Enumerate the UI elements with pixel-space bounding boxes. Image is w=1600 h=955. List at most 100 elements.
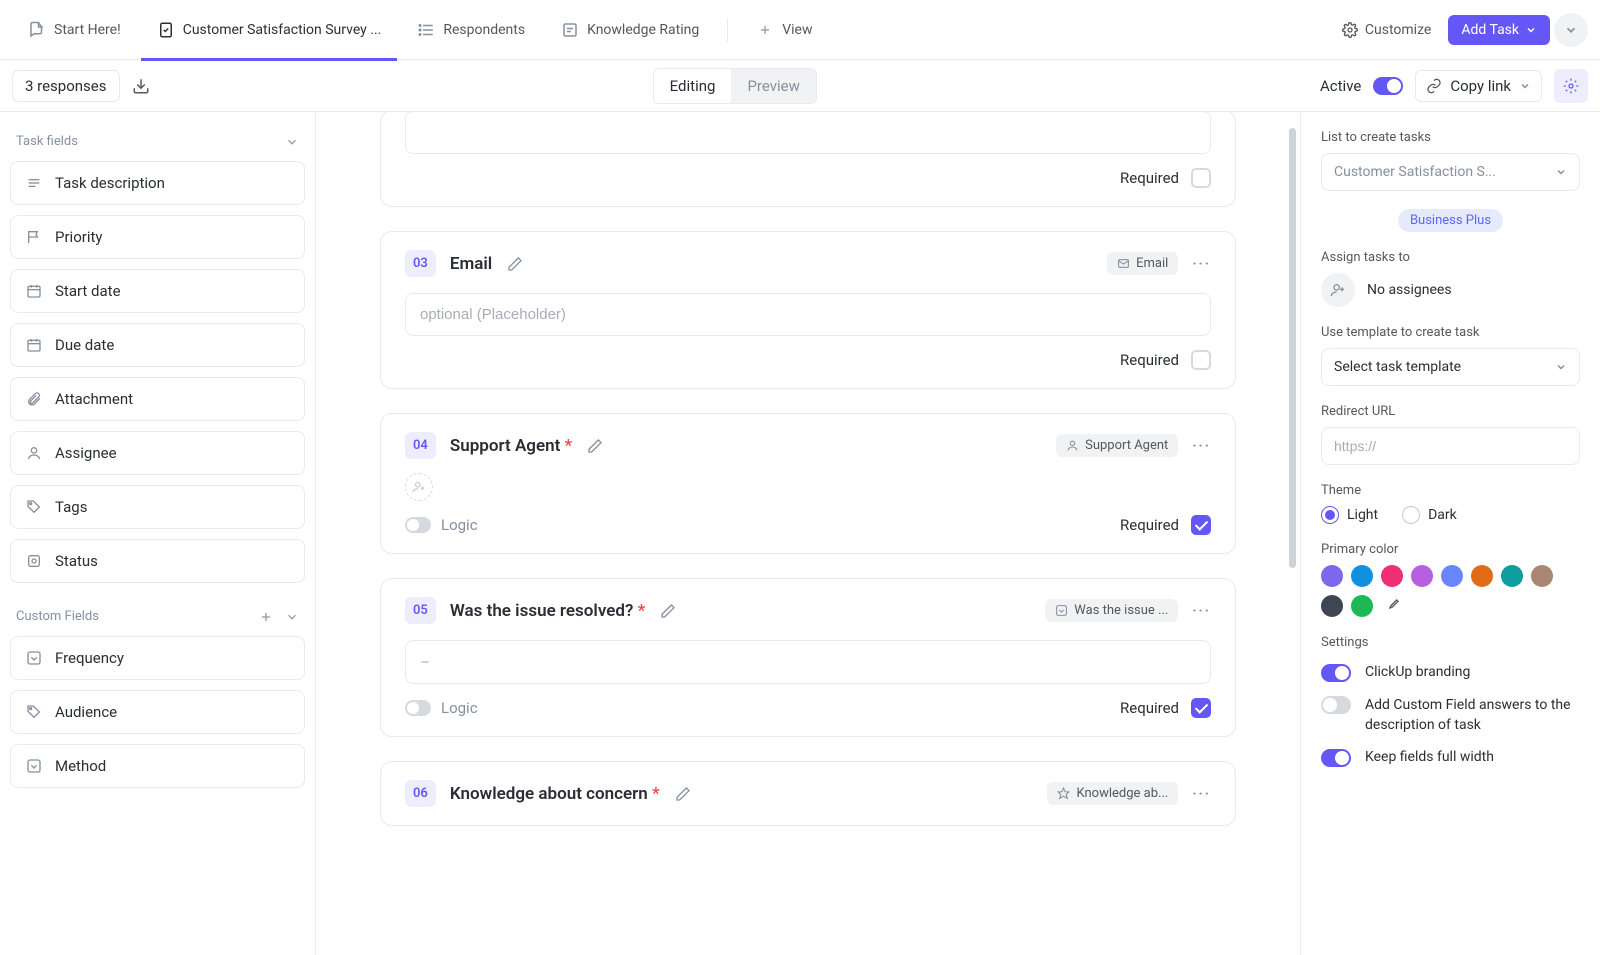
form-settings-button[interactable] xyxy=(1554,69,1588,103)
question-number: 06 xyxy=(405,780,436,807)
question-more-menu[interactable]: ··· xyxy=(1192,603,1211,619)
customize-button[interactable]: Customize xyxy=(1328,14,1444,46)
field-task-description[interactable]: Task description xyxy=(10,161,305,205)
question-title: Knowledge about concern * xyxy=(450,784,660,804)
required-checkbox[interactable] xyxy=(1191,350,1211,370)
color-swatch[interactable] xyxy=(1471,565,1493,587)
required-checkbox[interactable] xyxy=(1191,515,1211,535)
tab-knowledge-rating[interactable]: Knowledge Rating xyxy=(545,0,715,60)
field-status[interactable]: Status xyxy=(10,539,305,583)
setting-label: Settings xyxy=(1321,635,1580,650)
theme-light-radio[interactable]: Light xyxy=(1321,506,1378,524)
placeholder-input[interactable] xyxy=(405,293,1211,336)
color-picker-icon[interactable] xyxy=(1381,595,1403,617)
gear-icon xyxy=(1563,78,1579,94)
logic-toggle[interactable] xyxy=(405,700,431,716)
list-select[interactable]: Customer Satisfaction S... xyxy=(1321,153,1580,191)
chevron-down-icon[interactable] xyxy=(285,135,299,149)
add-assignee-button[interactable] xyxy=(1321,273,1355,307)
question-more-menu[interactable]: ··· xyxy=(1192,438,1211,454)
scrollbar[interactable] xyxy=(1289,128,1296,568)
field-tags[interactable]: Tags xyxy=(10,485,305,529)
plus-icon[interactable] xyxy=(259,610,273,624)
question-card-email[interactable]: 03 Email Email ··· Required xyxy=(380,231,1236,389)
setting-text: Add Custom Field answers to the descript… xyxy=(1365,696,1580,735)
download-icon[interactable] xyxy=(132,77,150,95)
star-icon xyxy=(1057,787,1070,800)
template-select[interactable]: Select task template xyxy=(1321,348,1580,386)
question-card-partial[interactable]: Required xyxy=(380,112,1236,207)
tab-respondents[interactable]: Respondents xyxy=(401,0,541,60)
color-swatch[interactable] xyxy=(1321,565,1343,587)
responses-count[interactable]: 3 responses xyxy=(12,70,120,102)
pin-doc-icon xyxy=(28,21,46,39)
question-card-issue-resolved[interactable]: 05 Was the issue resolved? * Was the iss… xyxy=(380,578,1236,737)
pencil-icon[interactable] xyxy=(586,437,604,455)
chevron-down-icon xyxy=(1519,80,1531,92)
form-builder-canvas: Required 03 Email Email ··· Required xyxy=(316,112,1300,955)
field-start-date[interactable]: Start date xyxy=(10,269,305,313)
field-attachment[interactable]: Attachment xyxy=(10,377,305,421)
tab-label: View xyxy=(782,22,812,38)
color-swatch[interactable] xyxy=(1351,595,1373,617)
pencil-icon[interactable] xyxy=(659,602,677,620)
add-task-button[interactable]: Add Task xyxy=(1448,15,1550,45)
tab-label: Start Here! xyxy=(54,22,121,38)
pencil-icon[interactable] xyxy=(674,785,692,803)
field-due-date[interactable]: Due date xyxy=(10,323,305,367)
color-swatch[interactable] xyxy=(1441,565,1463,587)
editing-tab[interactable]: Editing xyxy=(654,69,732,103)
logic-toggle[interactable] xyxy=(405,517,431,533)
chevron-down-icon[interactable] xyxy=(285,610,299,624)
branding-toggle[interactable] xyxy=(1321,664,1351,682)
field-label: Start date xyxy=(55,282,121,300)
redirect-url-input[interactable] xyxy=(1321,427,1580,465)
color-swatch[interactable] xyxy=(1381,565,1403,587)
question-number: 05 xyxy=(405,597,436,624)
required-label: Required xyxy=(1120,169,1179,187)
active-toggle[interactable] xyxy=(1373,77,1403,95)
setting-text: ClickUp branding xyxy=(1365,664,1470,680)
theme-dark-radio[interactable]: Dark xyxy=(1402,506,1457,524)
add-view-button[interactable]: View xyxy=(740,0,828,60)
color-swatch[interactable] xyxy=(1351,565,1373,587)
chevron-down-icon xyxy=(1555,166,1567,178)
color-swatch[interactable] xyxy=(1501,565,1523,587)
color-swatch[interactable] xyxy=(1411,565,1433,587)
question-more-menu[interactable]: ··· xyxy=(1192,256,1211,272)
pencil-icon[interactable] xyxy=(506,255,524,273)
gear-icon xyxy=(1341,21,1359,39)
preview-tab[interactable]: Preview xyxy=(731,69,815,103)
tab-start-here[interactable]: Start Here! xyxy=(12,0,137,60)
required-checkbox[interactable] xyxy=(1191,168,1211,188)
custom-field-frequency[interactable]: Frequency xyxy=(10,636,305,680)
copy-link-button[interactable]: Copy link xyxy=(1415,70,1542,102)
tab-survey[interactable]: Customer Satisfaction Survey ... xyxy=(141,0,398,60)
section-header: Custom Fields xyxy=(16,609,99,624)
question-title: Email xyxy=(450,254,492,274)
field-assignee[interactable]: Assignee xyxy=(10,431,305,475)
tag-icon xyxy=(25,703,43,721)
custom-field-audience[interactable]: Audience xyxy=(10,690,305,734)
section-header: Task fields xyxy=(16,134,78,149)
full-width-toggle[interactable] xyxy=(1321,749,1351,767)
question-card-knowledge[interactable]: 06 Knowledge about concern * Knowledge a… xyxy=(380,761,1236,826)
add-cf-description-toggle[interactable] xyxy=(1321,696,1351,714)
add-people-icon[interactable] xyxy=(405,473,433,501)
required-checkbox[interactable] xyxy=(1191,698,1211,718)
question-card-support-agent[interactable]: 04 Support Agent * Support Agent ··· Log xyxy=(380,413,1236,554)
envelope-icon xyxy=(1117,257,1130,270)
custom-field-method[interactable]: Method xyxy=(10,744,305,788)
color-swatch[interactable] xyxy=(1321,595,1343,617)
tab-label: Customer Satisfaction Survey ... xyxy=(183,22,382,38)
plus-icon xyxy=(756,21,774,39)
dropdown-placeholder[interactable]: – xyxy=(405,640,1211,684)
color-swatch[interactable] xyxy=(1531,565,1553,587)
placeholder-input[interactable] xyxy=(405,112,1211,154)
status-icon xyxy=(25,552,43,570)
more-menu-button[interactable] xyxy=(1554,13,1588,47)
chevron-down-icon xyxy=(1525,24,1537,36)
question-more-menu[interactable]: ··· xyxy=(1192,786,1211,802)
logic-label: Logic xyxy=(441,516,478,534)
field-priority[interactable]: Priority xyxy=(10,215,305,259)
